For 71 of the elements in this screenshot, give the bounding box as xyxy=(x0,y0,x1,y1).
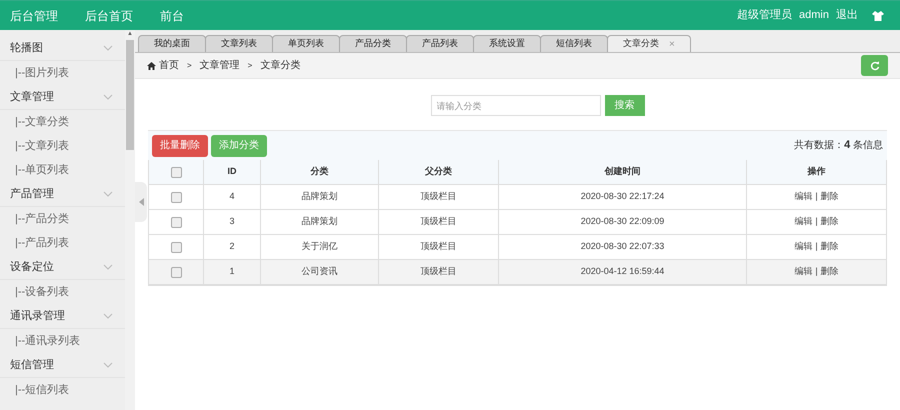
table-cell-text: 品牌策划 xyxy=(302,215,338,228)
table-cell-text: 2020-08-30 22:07:33 xyxy=(580,240,664,254)
table-cell-text: 2 xyxy=(229,240,234,254)
delete-link[interactable]: 删除 xyxy=(820,215,839,229)
sidebar-item[interactable]: |--产品列表 xyxy=(0,231,125,255)
table-cell-text: 顶级栏目 xyxy=(420,190,456,204)
collapse-handle[interactable] xyxy=(135,182,147,222)
sidebar-item[interactable]: |--文章分类 xyxy=(0,110,125,134)
table-cell-text: 4 xyxy=(229,190,234,204)
page-tab[interactable]: 文章分类 × xyxy=(607,35,691,52)
batch-delete-button[interactable]: 批量删除 xyxy=(152,134,208,156)
link-separator: | xyxy=(815,215,818,228)
table-cell-text: 顶级栏目 xyxy=(420,215,456,228)
link-separator: | xyxy=(815,240,818,254)
sidebar-item[interactable]: |--短信列表 xyxy=(0,378,125,402)
scrollbar-thumb[interactable] xyxy=(126,40,134,150)
edit-link[interactable]: 编辑 xyxy=(794,215,812,229)
table-cell-text: 2020-08-30 22:09:09 xyxy=(580,215,664,228)
sidebar-item[interactable]: |--通讯录列表 xyxy=(0,329,125,353)
table-cell-text: 关于润亿 xyxy=(302,240,338,254)
page-tab[interactable]: 单页列表 xyxy=(272,35,340,52)
column-header: 父分类 xyxy=(379,160,499,184)
edit-link[interactable]: 编辑 xyxy=(794,190,812,204)
breadcrumb-separator: > xyxy=(248,60,252,72)
delete-link[interactable]: 删除 xyxy=(820,265,839,279)
checkbox[interactable] xyxy=(170,166,182,178)
sidebar-item[interactable]: |--产品分类 xyxy=(0,207,125,231)
breadcrumb-separator: > xyxy=(187,60,192,72)
table-cell-text: 公司资讯 xyxy=(302,265,338,278)
page-tab[interactable]: 文章列表 xyxy=(205,35,273,52)
link-separator: | xyxy=(815,190,818,204)
delete-link[interactable]: 删除 xyxy=(820,240,839,254)
column-header: 创建时间 xyxy=(499,160,747,184)
page-tab[interactable]: 我的桌面 xyxy=(138,35,206,52)
search-field[interactable]: 请输入分类 xyxy=(430,95,600,116)
column-header: 分类 xyxy=(261,160,379,184)
breadcrumb-link[interactable]: 首页 xyxy=(159,58,179,73)
table-cell-text: 品牌策划 xyxy=(302,190,338,204)
column-header: 操作 xyxy=(806,165,826,178)
home-icon xyxy=(147,62,156,70)
page-tab[interactable]: 产品列表 xyxy=(406,35,474,52)
edit-link[interactable]: 编辑 xyxy=(794,265,812,279)
total-count-text: 共有数据：4 条信息 xyxy=(794,138,883,154)
user-role: 超级管理员 xyxy=(737,8,792,24)
page-tab[interactable]: 产品分类 xyxy=(339,35,407,52)
table-cell-text: 1 xyxy=(229,265,234,278)
sidebar-item[interactable]: |--图片列表 xyxy=(0,61,125,85)
link-separator: | xyxy=(815,265,818,278)
table-cell-text: 顶级栏目 xyxy=(420,240,456,254)
table-cell-text: 顶级栏目 xyxy=(420,265,456,278)
checkbox[interactable] xyxy=(170,242,182,252)
edit-link[interactable]: 编辑 xyxy=(794,240,812,254)
breadcrumb-link[interactable]: 文章分类 xyxy=(260,58,300,73)
sidebar-item[interactable]: |--单页列表 xyxy=(0,158,125,182)
user-name: admin xyxy=(799,8,829,24)
shirt-icon[interactable] xyxy=(872,10,884,20)
sidebar-item[interactable]: |--文章列表 xyxy=(0,134,125,158)
page-tab[interactable]: 系统设置 xyxy=(473,35,541,52)
page-tab[interactable]: 短信列表 xyxy=(540,35,608,52)
checkbox[interactable] xyxy=(170,266,182,278)
column-header: ID xyxy=(204,160,261,184)
checkbox[interactable] xyxy=(170,192,182,202)
refresh-button[interactable] xyxy=(861,55,888,76)
sidebar-item[interactable]: |--设备列表 xyxy=(0,280,125,304)
table-cell-text: 2020-08-30 22:17:24 xyxy=(580,190,664,204)
refresh-icon xyxy=(870,60,880,70)
checkbox[interactable] xyxy=(170,216,182,228)
table-cell-text: 3 xyxy=(229,215,234,228)
delete-link[interactable]: 删除 xyxy=(820,190,839,204)
breadcrumb-link[interactable]: 文章管理 xyxy=(200,58,240,73)
table-cell-text: 2020-04-12 16:59:44 xyxy=(580,265,664,278)
